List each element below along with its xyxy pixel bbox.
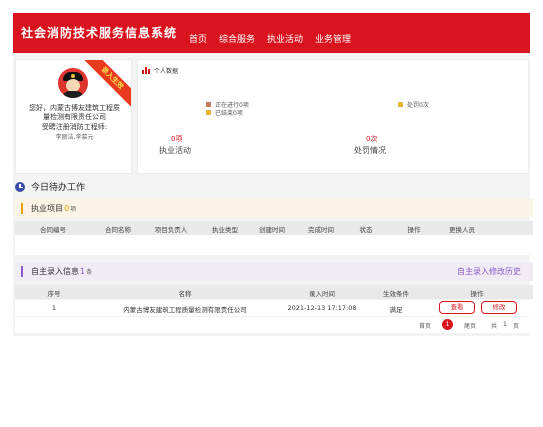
app-header: 社会消防技术服务信息系统 首页 综合服务 执业活动 业务管理 bbox=[13, 13, 530, 53]
clock-icon bbox=[15, 181, 25, 192]
practice-table-header: 合同编号 合同名称 项目负责人 执业类型 创建时间 完成时间 状态 操作 更换人… bbox=[15, 221, 533, 235]
pagination: 首页 1 尾页 共 1 页 bbox=[15, 317, 533, 333]
app-title: 社会消防技术服务信息系统 bbox=[21, 26, 178, 40]
legend-penalty: 处罚0次 bbox=[398, 100, 429, 109]
practice-section-label: 执业项目 bbox=[31, 203, 63, 213]
practice-section-count: 0 bbox=[64, 203, 70, 213]
edit-button[interactable]: 修改 bbox=[481, 301, 517, 314]
row-condition: 满足 bbox=[389, 306, 403, 314]
col-index: 序号 bbox=[47, 290, 61, 298]
col-status: 状态 bbox=[359, 226, 373, 234]
todo-heading: 今日待办工作 bbox=[15, 180, 85, 193]
total-pages-prefix: 共 bbox=[491, 323, 498, 330]
row-time: 2021-12-13 17:17:08 bbox=[287, 304, 357, 312]
entry-section-count: 1 bbox=[80, 267, 86, 276]
col-contract-name: 合同名称 bbox=[105, 226, 131, 234]
nav-business[interactable]: 业务管理 bbox=[315, 32, 351, 45]
col-created-time: 创建时间 bbox=[259, 226, 285, 234]
personal-data-card: 个人数据 正在进行0项 已结束0项 处罚0次 0项 执业活动 0次 处罚情况 bbox=[137, 59, 529, 174]
practice-section-bar: 执业项目 0 项 bbox=[15, 199, 533, 217]
legend-done: 已结束0项 bbox=[206, 108, 243, 117]
col-project-leader: 项目负责人 bbox=[154, 226, 188, 234]
entry-section-label: 自主录入信息 bbox=[31, 267, 79, 276]
col-entry-actions: 操作 bbox=[470, 290, 484, 298]
col-name: 名称 bbox=[178, 290, 192, 298]
greeting-text: 您好，内蒙古博友建筑工程质 bbox=[29, 104, 120, 112]
engineer-role: 受聘注册消防工程师: bbox=[41, 123, 108, 131]
col-practice-type: 执业类型 bbox=[212, 226, 238, 234]
bar-chart-icon bbox=[142, 67, 150, 74]
company-name: 量检测有限责任公司 bbox=[43, 113, 106, 121]
personal-data-title: 个人数据 bbox=[154, 68, 179, 75]
col-entry-time: 录入时间 bbox=[309, 290, 335, 298]
current-page[interactable]: 1 bbox=[442, 319, 453, 330]
col-condition: 生效条件 bbox=[383, 290, 409, 298]
engineer-names: 李丽洁,李慕元 bbox=[55, 134, 94, 141]
row-index: 1 bbox=[51, 304, 57, 312]
col-actions: 操作 bbox=[407, 226, 421, 234]
practice-section-unit: 项 bbox=[70, 205, 77, 213]
penalty-count: 0次 bbox=[366, 135, 378, 143]
practice-table-body bbox=[15, 235, 533, 255]
nav-home[interactable]: 首页 bbox=[189, 32, 207, 45]
main-nav: 首页 综合服务 执业活动 业务管理 bbox=[189, 32, 351, 45]
penalty-label: 处罚情况 bbox=[354, 146, 386, 155]
view-button[interactable]: 查看 bbox=[439, 301, 475, 314]
first-page-link[interactable]: 首页 bbox=[419, 321, 431, 330]
firefighter-avatar-icon bbox=[58, 68, 88, 98]
practice-count: 0项 bbox=[171, 135, 183, 143]
last-page-link[interactable]: 尾页 bbox=[464, 321, 476, 330]
col-replace-staff: 更换人员 bbox=[449, 226, 475, 234]
total-pages-suffix: 页 bbox=[513, 323, 520, 330]
entry-table-header: 序号 名称 录入时间 生效条件 操作 bbox=[15, 285, 533, 299]
col-contract-no: 合同编号 bbox=[40, 226, 66, 234]
profile-card: 录入生效 您好，内蒙古博友建筑工程质 量检测有限责任公司 受聘注册消防工程师: … bbox=[15, 59, 132, 174]
entry-section-unit: 条 bbox=[86, 269, 93, 276]
total-pages: 1 bbox=[503, 321, 507, 328]
entry-section-bar: 自主录入信息 1 条 自主录入修改历史 bbox=[15, 262, 533, 281]
practice-label: 执业活动 bbox=[159, 146, 191, 155]
nav-practice[interactable]: 执业活动 bbox=[267, 32, 303, 45]
nav-services[interactable]: 综合服务 bbox=[219, 32, 255, 45]
col-finished-time: 完成时间 bbox=[308, 226, 334, 234]
table-row: 1 内蒙古博友建筑工程质量检测有限责任公司 2021-12-13 17:17:0… bbox=[15, 300, 533, 316]
row-name: 内蒙古博友建筑工程质量检测有限责任公司 bbox=[123, 306, 247, 314]
entry-history-link[interactable]: 自主录入修改历史 bbox=[457, 266, 521, 277]
